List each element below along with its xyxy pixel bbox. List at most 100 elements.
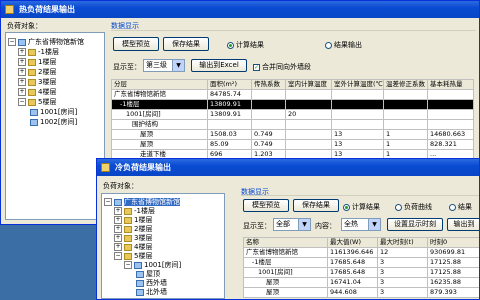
- cooling-load-window: 冷负荷结果输出 负荷对象： − 广东省博物馆新馆 + -1楼层 +1楼层 +2楼层 …: [96, 158, 480, 300]
- floor-icon: [28, 78, 36, 86]
- room-icon: [134, 261, 142, 269]
- collapse-icon[interactable]: −: [18, 98, 26, 106]
- col-header[interactable]: 名称: [243, 237, 328, 248]
- show-level-select[interactable]: 全部 ▼: [273, 218, 311, 231]
- expand-icon[interactable]: +: [18, 68, 26, 76]
- tree-node-room[interactable]: 1001[房间]: [30, 107, 77, 117]
- table-row-selected[interactable]: -1楼层 13809.91: [111, 99, 474, 110]
- col-header[interactable]: 传热系数: [251, 79, 286, 90]
- table-row[interactable]: 屋顶 1508.03 0.749 13 1 14680.663: [111, 129, 474, 140]
- heat-load-table: 分层 面积(m²) 传热系数 室内计算温度 室外计算温度(℃) 温差修正系数 基…: [111, 79, 474, 160]
- table-row[interactable]: 1001[房间] 13809.91 20: [111, 109, 474, 120]
- set-display-time-button[interactable]: 设置显示时刻: [387, 218, 443, 231]
- export-button[interactable]: 输出到: [447, 218, 479, 231]
- floor-icon: [124, 234, 132, 242]
- expand-icon[interactable]: +: [18, 78, 26, 86]
- radio-selected-icon: [343, 203, 350, 211]
- floor-icon: [124, 216, 132, 224]
- group-divider: [241, 195, 479, 196]
- col-header[interactable]: 时刻0: [427, 237, 479, 248]
- chevron-down-icon: ▼: [298, 219, 310, 230]
- floor-icon: [28, 58, 36, 66]
- expand-icon[interactable]: +: [18, 48, 26, 56]
- col-header[interactable]: 室内计算温度: [285, 79, 332, 90]
- tree-node-item[interactable]: 北外墙: [136, 287, 167, 297]
- floor-icon: [124, 252, 132, 260]
- expand-icon[interactable]: +: [114, 243, 122, 251]
- collapse-icon[interactable]: −: [114, 252, 122, 260]
- save-result-button[interactable]: 保存结果: [293, 199, 339, 212]
- expand-icon[interactable]: +: [114, 207, 122, 215]
- table-row[interactable]: 围护结构: [111, 119, 474, 130]
- content-select[interactable]: 全热 ▼: [341, 218, 381, 231]
- col-header[interactable]: 最大时刻(t): [377, 237, 428, 248]
- table-header: 名称 最大值(W) 最大时刻(t) 时刻0: [243, 237, 479, 248]
- result-output-radio[interactable]: 结果: [449, 202, 472, 212]
- load-object-label: 负荷对象：: [7, 22, 42, 30]
- tree-node-floor[interactable]: + -1楼层: [18, 47, 59, 57]
- floor-icon: [28, 88, 36, 96]
- model-preview-button[interactable]: 模型预览: [113, 37, 159, 51]
- radio-icon: [449, 203, 456, 211]
- heat-load-titlebar[interactable]: 热负荷结果输出: [1, 1, 479, 18]
- col-header[interactable]: 分层: [111, 79, 208, 90]
- table-header: 分层 面积(m²) 传热系数 室内计算温度 室外计算温度(℃) 温差修正系数 基…: [111, 79, 474, 90]
- checkbox-checked-icon: ✓: [253, 63, 260, 71]
- cooling-object-tree[interactable]: − 广东省博物馆新馆 + -1楼层 +1楼层 +2楼层 +3楼层 +4楼层 −5楼层…: [101, 193, 225, 299]
- window-title: 热负荷结果输出: [19, 5, 75, 14]
- expand-icon[interactable]: +: [18, 58, 26, 66]
- room-icon: [30, 118, 38, 126]
- collapse-icon[interactable]: −: [8, 38, 16, 46]
- tree-node-floor[interactable]: +2楼层: [18, 67, 56, 77]
- radio-icon: [325, 41, 332, 49]
- floor-icon: [28, 68, 36, 76]
- calc-result-radio[interactable]: 计算结果: [343, 202, 380, 212]
- tree-node-root[interactable]: − 广东省博物馆新馆: [8, 37, 84, 47]
- model-preview-button[interactable]: 模型预览: [243, 199, 289, 212]
- table-row[interactable]: 屋顶 16741.04 3 16235.88: [243, 277, 479, 288]
- expand-icon[interactable]: +: [114, 225, 122, 233]
- cooling-load-table: 名称 最大值(W) 最大时刻(t) 时刻0 广东省博物馆新馆 1161396.64…: [243, 237, 479, 298]
- expand-icon[interactable]: +: [18, 88, 26, 96]
- table-row[interactable]: 广东省博物馆新馆 1161396.646 12 930699.81: [243, 247, 479, 258]
- table-row[interactable]: 1001[房间] 17685.648 3 17125.88: [243, 267, 479, 278]
- room-icon: [30, 108, 38, 116]
- radio-icon: [395, 203, 402, 211]
- table-row[interactable]: 屋顶 944.608 3 879.393: [243, 287, 479, 298]
- col-header[interactable]: 最大值(W): [327, 237, 378, 248]
- app-icon: [5, 5, 14, 14]
- table-row[interactable]: 屋顶 85.09 0.749 13 1 828.321: [111, 139, 474, 150]
- expand-icon[interactable]: +: [114, 234, 122, 242]
- heat-object-tree[interactable]: − 广东省博物馆新馆 + -1楼层 +1楼层 +2楼层 +3楼层 +4楼层 −5楼层…: [5, 32, 105, 220]
- tree-node-floor[interactable]: +3楼层: [18, 77, 56, 87]
- merge-walls-checkbox[interactable]: ✓ 合并同向外墙段: [253, 62, 311, 72]
- col-header[interactable]: 基本耗热量: [427, 79, 474, 90]
- collapse-icon[interactable]: −: [104, 198, 112, 206]
- col-header[interactable]: 温差修正系数: [383, 79, 428, 90]
- cooling-load-titlebar[interactable]: 冷负荷结果输出: [97, 159, 479, 176]
- floor-icon: [28, 48, 36, 56]
- save-result-button[interactable]: 保存结果: [163, 37, 209, 51]
- group-divider: [111, 30, 476, 31]
- app-icon: [101, 163, 110, 172]
- content-label: 内容：: [315, 222, 336, 230]
- col-header[interactable]: 面积(m²): [207, 79, 252, 90]
- tree-node-floor[interactable]: +1楼层: [18, 57, 56, 67]
- calc-result-radio[interactable]: 计算结果: [227, 40, 264, 50]
- chevron-down-icon: ▼: [368, 219, 380, 230]
- col-header[interactable]: 室外计算温度(℃): [331, 79, 384, 90]
- tree-node-room[interactable]: 1002[房间]: [30, 117, 77, 127]
- tree-node-floor[interactable]: −5楼层: [18, 97, 56, 107]
- load-object-label: 负荷对象：: [103, 182, 138, 190]
- expand-icon[interactable]: +: [114, 216, 122, 224]
- tree-node-floor[interactable]: +4楼层: [18, 87, 56, 97]
- table-row[interactable]: 广东省博物馆新馆 84785.74: [111, 89, 474, 100]
- collapse-icon[interactable]: −: [124, 261, 132, 269]
- show-level-select[interactable]: 第三级 ▼: [143, 59, 185, 72]
- table-row[interactable]: -1楼层 17685.648 3 17125.88: [243, 257, 479, 268]
- show-to-label: 显示至：: [113, 63, 141, 71]
- show-to-label: 显示至：: [243, 222, 271, 230]
- result-output-radio[interactable]: 结果输出: [325, 40, 362, 50]
- load-curve-radio[interactable]: 负荷曲线: [395, 202, 432, 212]
- export-excel-button[interactable]: 输出到Excel: [191, 59, 247, 72]
